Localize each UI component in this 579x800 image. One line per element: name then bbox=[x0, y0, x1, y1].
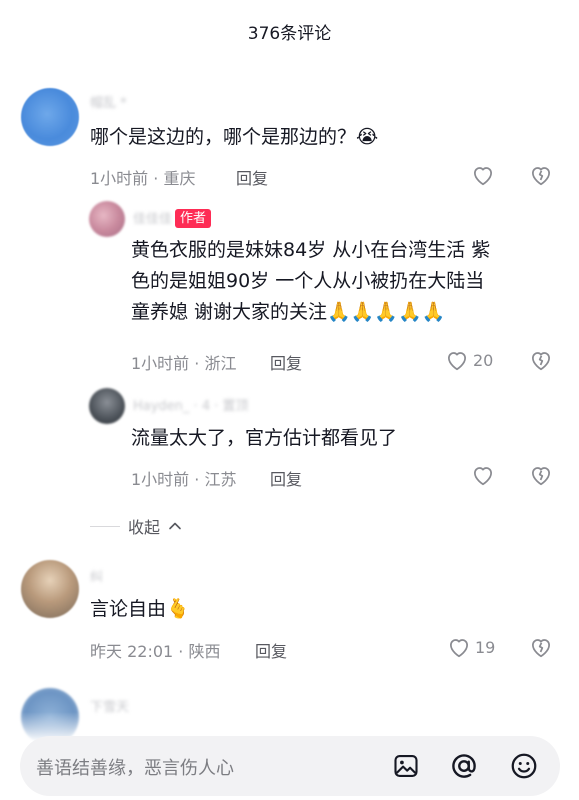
broken-heart-icon bbox=[532, 352, 550, 371]
dislike-button[interactable] bbox=[528, 462, 554, 488]
comment-text[interactable]: 流量太大了，官方估计都看见了 bbox=[131, 423, 561, 454]
collapse-label: 收起 bbox=[128, 518, 161, 537]
dislike-button[interactable] bbox=[528, 162, 554, 188]
divider bbox=[90, 525, 120, 527]
comment-text[interactable]: 黄色衣服的是妹妹84岁 从小在台湾生活 紫 色的是姐姐90岁 一个人从小被扔在大… bbox=[131, 235, 561, 328]
comment-input-bar[interactable]: 善语结善缘，恶言伤人心 bbox=[20, 736, 560, 796]
reply-button[interactable]: 回复 bbox=[270, 466, 302, 490]
like-button[interactable]: 19 bbox=[446, 634, 495, 660]
broken-heart-icon bbox=[532, 467, 550, 486]
broken-heart-icon bbox=[532, 167, 550, 186]
like-button[interactable] bbox=[470, 462, 496, 488]
comments-header: 376条评论 bbox=[0, 0, 579, 62]
comment-meta: 1小时前 · 重庆 bbox=[90, 169, 196, 188]
comment-text[interactable]: 哪个是这边的，哪个是那边的？😭 bbox=[90, 122, 530, 153]
reply-button[interactable]: 回复 bbox=[270, 350, 302, 374]
chevron-up-icon bbox=[169, 522, 181, 530]
author-badge: 作者 bbox=[175, 209, 212, 228]
like-count: 19 bbox=[475, 637, 496, 657]
username[interactable]: 纠 bbox=[90, 566, 103, 585]
reply-button[interactable]: 回复 bbox=[255, 638, 287, 662]
comment-count-title: 376条评论 bbox=[247, 23, 332, 44]
avatar[interactable] bbox=[89, 388, 125, 424]
broken-heart-icon bbox=[532, 639, 550, 658]
username[interactable]: 帽乱 * bbox=[90, 92, 127, 111]
at-icon[interactable] bbox=[448, 750, 480, 782]
comment-text[interactable]: 言论自由🫰 bbox=[90, 594, 530, 625]
heart-icon bbox=[474, 167, 492, 186]
reply-button[interactable]: 回复 bbox=[236, 165, 268, 189]
username[interactable]: Hayden_ · 4 · 置顶 bbox=[133, 395, 249, 414]
dislike-button[interactable] bbox=[528, 347, 554, 373]
heart-icon bbox=[450, 639, 468, 658]
folded-hands-emoji: 🙏🙏🙏🙏🙏 bbox=[327, 301, 446, 323]
username[interactable]: 佳佳佳 bbox=[133, 208, 172, 227]
heart-icon bbox=[474, 467, 492, 486]
heart-icon bbox=[448, 352, 466, 371]
hand-heart-emoji: 🫰 bbox=[166, 598, 190, 620]
like-count: 20 bbox=[473, 350, 494, 370]
dislike-button[interactable] bbox=[528, 634, 554, 660]
avatar[interactable] bbox=[21, 88, 79, 146]
comment-meta: 1小时前 · 浙江 bbox=[131, 354, 237, 373]
like-button[interactable]: 20 bbox=[444, 347, 493, 373]
comment-meta: 昨天 22:01 · 陕西 bbox=[90, 642, 221, 661]
avatar[interactable] bbox=[21, 560, 79, 618]
comment-input-placeholder[interactable]: 善语结善缘，恶言伤人心 bbox=[36, 754, 234, 780]
collapse-replies-button[interactable]: 收起 bbox=[90, 514, 182, 538]
crying-emoji: 😭 bbox=[356, 126, 379, 148]
image-icon[interactable] bbox=[390, 750, 422, 782]
avatar[interactable] bbox=[89, 201, 125, 237]
comment-meta: 1小时前 · 江苏 bbox=[131, 470, 237, 489]
smile-icon[interactable] bbox=[508, 750, 540, 782]
like-button[interactable] bbox=[470, 162, 496, 188]
